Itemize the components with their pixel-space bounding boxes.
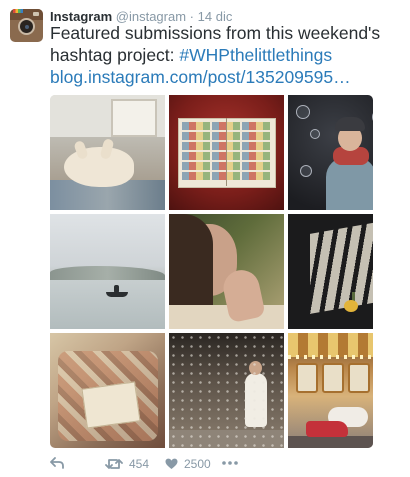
more-dots-icon <box>222 461 238 465</box>
photo-woman-bubbles[interactable] <box>288 95 373 210</box>
photo-paper <box>81 381 141 429</box>
more-button[interactable] <box>222 457 238 469</box>
reply-button[interactable] <box>50 457 64 469</box>
photo-carousel-lights <box>288 355 373 359</box>
photo-bubble <box>310 129 320 139</box>
photo-water <box>50 280 165 329</box>
photo-carousel-panel <box>296 363 318 393</box>
reply-icon <box>50 457 64 469</box>
retweet-count: 454 <box>129 457 150 471</box>
instagram-avatar[interactable] <box>10 9 43 42</box>
photo-carousel-canopy <box>288 333 373 357</box>
camera-flash <box>33 12 39 16</box>
photo-album-spine <box>226 118 227 186</box>
hashtag-link[interactable]: #WHPthelittlethings <box>179 45 332 65</box>
retweet-button[interactable]: 454 <box>105 457 149 471</box>
retweet-icon <box>105 459 123 469</box>
tweet-text-line-2: hashtag project: #WHPthelittlethings <box>50 44 400 66</box>
photo-bubble <box>300 165 312 177</box>
photo-window <box>111 99 157 137</box>
photo-hat <box>335 117 365 131</box>
like-button[interactable]: 2500 <box>165 457 211 471</box>
photo-carousel-floor <box>288 436 373 448</box>
photo-grid[interactable] <box>50 95 373 448</box>
tweet-text: Featured submissions from this weekend's… <box>50 22 400 88</box>
photo-lake-boat[interactable] <box>50 214 165 329</box>
photo-stamp-album[interactable] <box>169 95 284 210</box>
photo-carousel-panel <box>348 363 370 393</box>
blog-url-link[interactable]: blog.instagram.com/post/135209595… <box>50 66 400 88</box>
photo-yellow-object <box>344 300 358 312</box>
tweet-text-line-1: Featured submissions from this weekend's <box>50 23 381 43</box>
heart-icon <box>165 458 178 469</box>
photo-snow-figure[interactable] <box>169 333 284 448</box>
photo-carousel-sleigh <box>306 421 348 437</box>
photo-woman-hand[interactable] <box>169 214 284 329</box>
photo-dog <box>64 147 134 187</box>
camera-rainbow-stripe <box>13 9 23 13</box>
camera-lens <box>18 18 35 35</box>
photo-carousel-panel <box>322 363 344 393</box>
camera-lens-center <box>25 25 29 29</box>
photo-carousel[interactable] <box>288 333 373 448</box>
photo-snow <box>169 333 284 448</box>
photo-light-stripes <box>310 218 373 314</box>
like-count: 2500 <box>184 457 211 471</box>
photo-quilt-paper[interactable] <box>50 333 165 448</box>
photo-bubble <box>296 105 310 119</box>
photo-bubble <box>372 109 373 125</box>
photo-rower <box>114 285 119 293</box>
photo-window-light[interactable] <box>288 214 373 329</box>
tweet-text-prefix: hashtag project: <box>50 45 180 65</box>
photo-dog-on-bed[interactable] <box>50 95 165 210</box>
